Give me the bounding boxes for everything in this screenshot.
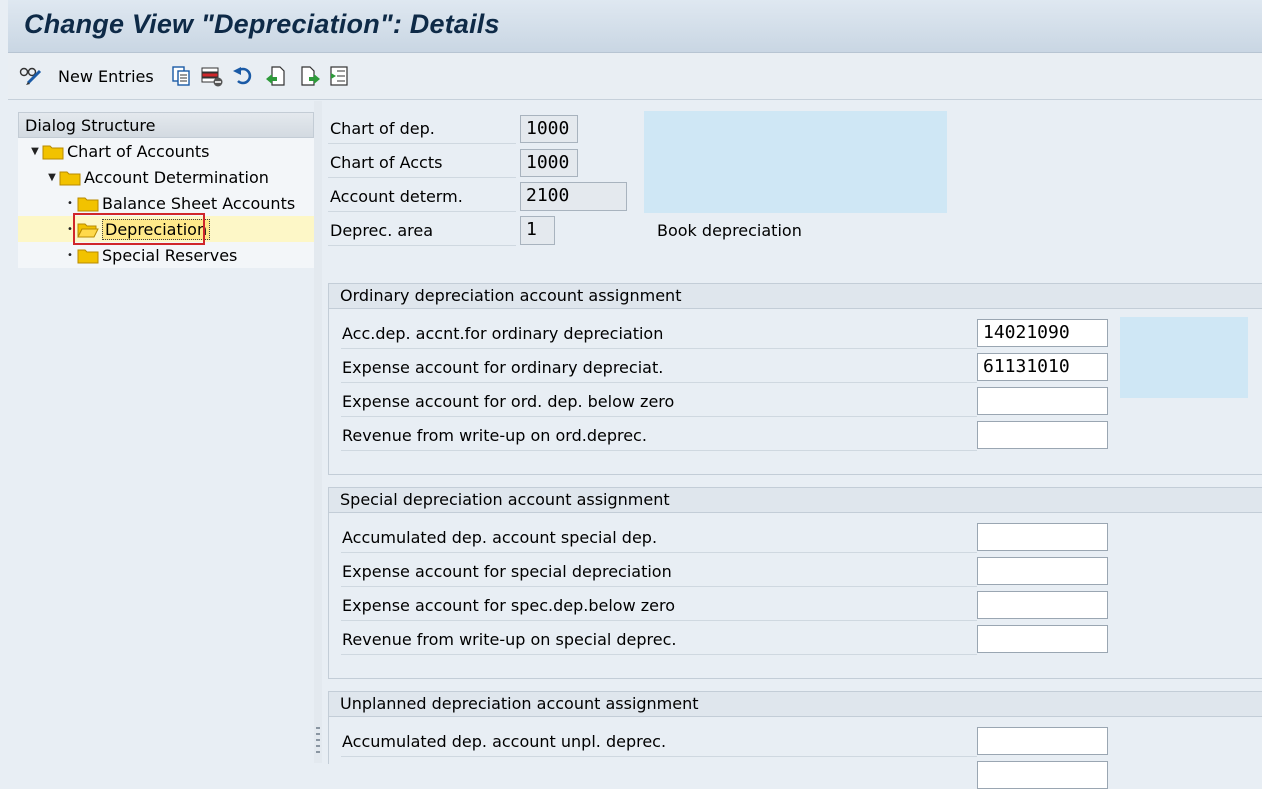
expand-arrow-icon[interactable]: ▼ (28, 146, 42, 157)
special-writeup-field[interactable] (977, 625, 1108, 653)
special-depreciation-group: Special depreciation account assignment … (328, 487, 1262, 679)
field-label: Revenue from write-up on special deprec. (342, 630, 677, 649)
field-label: Expense account for ordinary depreciat. (342, 358, 664, 377)
splitter-grip (316, 745, 320, 747)
divider (328, 245, 516, 246)
account-determ-field[interactable]: 2100 (520, 182, 627, 211)
group-title-bar: Unplanned depreciation account assignmen… (329, 692, 1262, 717)
unplanned-expense-field[interactable] (977, 761, 1108, 789)
field-label: Acc.dep. accnt.for ordinary depreciation (342, 324, 664, 343)
chart-of-accts-label: Chart of Accts (330, 153, 443, 172)
divider (341, 450, 977, 451)
divider (341, 348, 977, 349)
new-entries-label: New Entries (58, 66, 154, 86)
tree-item-label: Chart of Accounts (67, 141, 210, 161)
delete-icon (200, 65, 224, 87)
export-icon (264, 65, 288, 87)
divider (328, 211, 516, 212)
deprec-area-description: Book depreciation (657, 221, 802, 240)
splitter-grip (316, 739, 320, 741)
divider (328, 177, 516, 178)
splitter-grip (316, 751, 320, 753)
field-label: Revenue from write-up on ord.deprec. (342, 426, 647, 445)
tree-item-special-reserves[interactable]: • Special Reserves (63, 242, 237, 268)
unplanned-depreciation-group: Unplanned depreciation account assignmen… (328, 691, 1262, 789)
divider (341, 586, 977, 587)
group-title: Unplanned depreciation account assignmen… (340, 694, 699, 713)
ordinary-expense-field[interactable]: 61131010 (977, 353, 1108, 381)
expand-arrow-icon[interactable]: ▼ (45, 172, 59, 183)
special-accdep-field[interactable] (977, 523, 1108, 551)
divider (341, 756, 977, 757)
delete-button[interactable] (200, 64, 224, 88)
deprec-area-label: Deprec. area (330, 221, 434, 240)
select-block-icon (328, 65, 352, 87)
tree-item-label: Balance Sheet Accounts (102, 193, 296, 213)
account-determ-label: Account determ. (330, 187, 463, 206)
dialog-structure-header: Dialog Structure (18, 112, 314, 138)
display-change-button[interactable] (18, 64, 44, 88)
field-label: Expense account for spec.dep.below zero (342, 596, 676, 615)
tree-item-account-determination[interactable]: ▼ Account Determination (45, 164, 269, 190)
ordinary-writeup-field[interactable] (977, 421, 1108, 449)
splitter-grip (316, 727, 320, 729)
deprec-area-field[interactable]: 1 (520, 216, 555, 245)
pane-splitter[interactable] (314, 101, 322, 763)
tree-item-label: Special Reserves (102, 245, 238, 265)
group-title: Special depreciation account assignment (340, 490, 670, 509)
special-below-zero-field[interactable] (977, 591, 1108, 619)
dialog-structure-title: Dialog Structure (25, 116, 156, 135)
folder-icon (59, 171, 81, 185)
divider (328, 143, 516, 144)
folder-icon (42, 145, 64, 159)
ordinary-depreciation-group: Ordinary depreciation account assignment… (328, 283, 1262, 475)
tree-item-label: Account Determination (84, 167, 269, 187)
field-label: Accumulated dep. account unpl. deprec. (342, 732, 667, 751)
divider (341, 654, 977, 655)
field-label: Accumulated dep. account special dep. (342, 528, 658, 547)
ordinary-accdep-field[interactable]: 14021090 (977, 319, 1108, 347)
info-panel (1120, 317, 1248, 398)
chart-of-dep-label: Chart of dep. (330, 119, 435, 138)
divider (341, 416, 977, 417)
undo-icon (232, 65, 256, 87)
previous-entry-button[interactable] (298, 64, 322, 88)
select-block-button[interactable] (328, 64, 352, 88)
glasses-pencil-icon (18, 65, 44, 87)
new-entries-button[interactable]: New Entries (50, 64, 154, 88)
folder-icon (77, 197, 99, 211)
group-title-bar: Special depreciation account assignment (329, 488, 1262, 513)
ordinary-below-zero-field[interactable] (977, 387, 1108, 415)
page-title: Change View "Depreciation": Details (24, 9, 500, 39)
field-label: Expense account for special depreciation (342, 562, 672, 581)
chart-of-dep-field[interactable]: 1000 (520, 115, 578, 143)
previous-entry-icon (298, 65, 322, 87)
copy-icon (170, 65, 192, 87)
bullet-icon: • (67, 197, 73, 209)
export-button[interactable] (264, 64, 288, 88)
splitter-grip (316, 733, 320, 735)
tree-item-chart-of-accounts[interactable]: ▼ Chart of Accounts (28, 138, 210, 164)
group-title-bar: Ordinary depreciation account assignment (329, 284, 1262, 309)
group-title: Ordinary depreciation account assignment (340, 286, 682, 305)
bullet-icon: • (67, 249, 73, 261)
undo-button[interactable] (232, 64, 256, 88)
chart-of-accts-field[interactable]: 1000 (520, 149, 578, 177)
selection-highlight-box (73, 213, 205, 245)
special-expense-field[interactable] (977, 557, 1108, 585)
application-toolbar: New Entries (8, 53, 1262, 100)
divider (341, 552, 977, 553)
field-label: Expense account for ord. dep. below zero (342, 392, 675, 411)
info-panel (644, 111, 947, 213)
divider (341, 620, 977, 621)
divider (341, 382, 977, 383)
title-bar: Change View "Depreciation": Details (8, 0, 1262, 53)
folder-icon (77, 249, 99, 263)
copy-button[interactable] (170, 64, 192, 88)
unplanned-accdep-field[interactable] (977, 727, 1108, 755)
